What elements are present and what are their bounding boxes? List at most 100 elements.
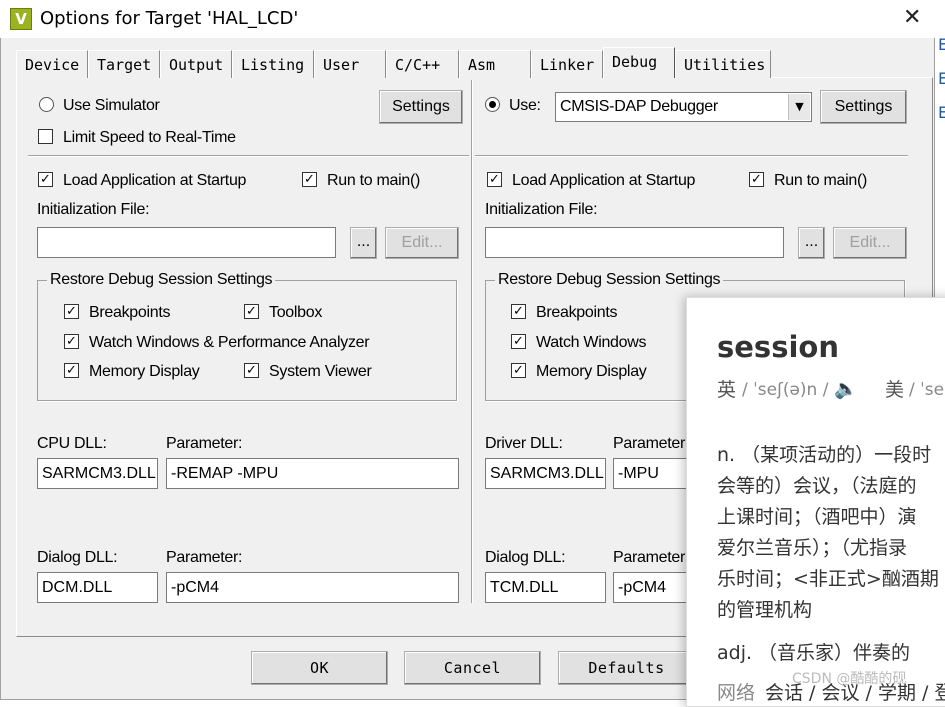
limit-speed-checkbox[interactable] bbox=[38, 129, 53, 144]
left-restore-group-label: Restore Debug Session Settings bbox=[47, 270, 276, 290]
right-run-to-main-label: Run to main() bbox=[774, 172, 868, 189]
system-viewer-label: System Viewer bbox=[269, 363, 372, 380]
left-run-to-main-checkbox[interactable]: ✓ bbox=[302, 172, 317, 187]
left-edit-button[interactable]: Edit... bbox=[385, 227, 459, 259]
right-init-file-label: Initialization File: bbox=[485, 201, 598, 218]
window-title: Options for Target 'HAL_LCD' bbox=[40, 8, 299, 29]
definition-line: 乐时间；<非正式>酗酒期 bbox=[717, 568, 939, 590]
right-run-to-main-checkbox[interactable]: ✓ bbox=[749, 172, 764, 187]
left-watch-label: Watch Windows & Performance Analyzer bbox=[89, 334, 370, 351]
tab-device[interactable]: Device bbox=[16, 50, 88, 78]
tab-cc[interactable]: C/C++ bbox=[386, 50, 459, 78]
debugger-select[interactable]: CMSIS-DAP Debugger ▼ bbox=[555, 92, 812, 122]
uk-label: 英 bbox=[717, 379, 737, 401]
left-load-app-label: Load Application at Startup bbox=[63, 172, 247, 189]
dialog-dll-input[interactable]: DCM.DLL bbox=[37, 572, 158, 603]
defaults-button[interactable]: Defaults bbox=[558, 651, 695, 685]
keil-app-icon: V bbox=[10, 8, 32, 30]
driver-dll-label: Driver DLL: bbox=[485, 435, 563, 452]
csdn-watermark: CSDN @酷酷的砚 bbox=[792, 671, 907, 687]
debugger-settings-button[interactable]: Settings bbox=[820, 90, 907, 124]
edge-letter: E bbox=[938, 69, 945, 88]
limit-speed-label: Limit Speed to Real-Time bbox=[63, 129, 236, 146]
edge-letter: E bbox=[938, 103, 945, 122]
dialog-dll-label: Dialog DLL: bbox=[37, 549, 118, 566]
tab-utilities[interactable]: Utilities bbox=[675, 50, 771, 78]
dialog-param-input[interactable]: -pCM4 bbox=[166, 572, 459, 603]
right-dialog-dll-input[interactable]: TCM.DLL bbox=[485, 572, 606, 603]
adj-definition: adj. （音乐家）伴奏的 bbox=[717, 642, 911, 664]
column-divider bbox=[471, 80, 473, 603]
right-breakpoints-checkbox[interactable]: ✓ bbox=[511, 304, 526, 319]
use-label: Use: bbox=[509, 97, 541, 114]
tab-linker[interactable]: Linker bbox=[531, 50, 603, 78]
right-breakpoints-label: Breakpoints bbox=[536, 304, 618, 321]
right-watch-checkbox[interactable]: ✓ bbox=[511, 334, 526, 349]
driver-dll-input[interactable]: SARMCM3.DLL bbox=[485, 458, 606, 489]
driver-param-label: Parameter bbox=[613, 435, 685, 452]
left-init-file-label: Initialization File: bbox=[37, 201, 150, 218]
left-run-to-main-label: Run to main() bbox=[327, 172, 421, 189]
tab-output[interactable]: Output bbox=[160, 50, 232, 78]
left-load-app-checkbox[interactable]: ✓ bbox=[38, 172, 53, 187]
definition-block: n. （某项活动的）一段时 会等的）会议，（法庭的 上课时间；（酒吧中）演 爱尔… bbox=[717, 440, 939, 626]
toolbox-checkbox[interactable]: ✓ bbox=[244, 304, 259, 319]
definition-line: n. （某项活动的）一段时 bbox=[717, 444, 932, 466]
us-label: 美 bbox=[885, 379, 905, 401]
uk-phonetic: / ˈseʃ(ə)n / bbox=[742, 380, 829, 400]
left-memory-label: Memory Display bbox=[89, 363, 200, 380]
dialog-param-label: Parameter: bbox=[166, 549, 243, 566]
cpu-dll-input[interactable]: SARMCM3.DLL bbox=[37, 458, 158, 489]
left-watch-checkbox[interactable]: ✓ bbox=[64, 334, 79, 349]
right-init-file-input[interactable] bbox=[485, 227, 784, 258]
edge-letter: E bbox=[938, 35, 945, 54]
right-dialog-param-label: Parameter bbox=[613, 549, 685, 566]
use-simulator-label: Use Simulator bbox=[63, 97, 160, 114]
right-memory-label: Memory Display bbox=[536, 363, 647, 380]
ok-button[interactable]: OK bbox=[251, 651, 388, 685]
debugger-select-value: CMSIS-DAP Debugger bbox=[560, 98, 718, 115]
tab-user[interactable]: User bbox=[314, 50, 386, 78]
left-breakpoints-checkbox[interactable]: ✓ bbox=[64, 304, 79, 319]
tab-target[interactable]: Target bbox=[88, 50, 160, 78]
popup-word: session bbox=[717, 330, 839, 364]
left-breakpoints-label: Breakpoints bbox=[89, 304, 171, 321]
cpu-param-input[interactable]: -REMAP -MPU bbox=[166, 458, 459, 489]
right-browse-button[interactable]: ... bbox=[798, 227, 825, 259]
tab-debug[interactable]: Debug bbox=[603, 47, 675, 78]
net-label: 网络 bbox=[717, 682, 756, 704]
left-browse-button[interactable]: ... bbox=[350, 227, 377, 259]
definition-line: 的管理机构 bbox=[717, 599, 813, 621]
separator bbox=[28, 155, 469, 157]
cpu-param-label: Parameter: bbox=[166, 435, 243, 452]
simulator-settings-button[interactable]: Settings bbox=[379, 90, 463, 124]
tab-listing[interactable]: Listing bbox=[232, 50, 314, 78]
right-load-app-checkbox[interactable]: ✓ bbox=[487, 172, 502, 187]
speaker-icon[interactable]: 🔈 bbox=[834, 377, 858, 401]
cancel-button[interactable]: Cancel bbox=[404, 651, 541, 685]
tab-asm[interactable]: Asm bbox=[459, 50, 531, 78]
title-bar: V Options for Target 'HAL_LCD' ✕ bbox=[0, 0, 935, 38]
definition-line: 爱尔兰音乐）；（尤指录 bbox=[717, 537, 908, 559]
separator bbox=[475, 155, 908, 157]
system-viewer-checkbox[interactable]: ✓ bbox=[244, 363, 259, 378]
right-restore-group-label: Restore Debug Session Settings bbox=[495, 270, 724, 290]
dictionary-popup: session 英 / ˈseʃ(ə)n / 🔈 美 / ˈse n. （某项活… bbox=[686, 297, 945, 707]
use-simulator-radio[interactable] bbox=[39, 97, 54, 112]
right-load-app-label: Load Application at Startup bbox=[512, 172, 696, 189]
cpu-dll-label: CPU DLL: bbox=[37, 435, 107, 452]
right-dialog-dll-label: Dialog DLL: bbox=[485, 549, 566, 566]
right-watch-label: Watch Windows bbox=[536, 334, 647, 351]
us-phonetic: / ˈse bbox=[909, 380, 945, 400]
use-debugger-radio[interactable] bbox=[485, 97, 500, 112]
background-window-edge: E E E bbox=[938, 28, 945, 130]
definition-line: 会等的）会议，（法庭的 bbox=[717, 475, 917, 497]
chevron-down-icon[interactable]: ▼ bbox=[788, 94, 810, 120]
right-edit-button[interactable]: Edit... bbox=[833, 227, 907, 259]
right-memory-checkbox[interactable]: ✓ bbox=[511, 363, 526, 378]
left-init-file-input[interactable] bbox=[37, 227, 336, 258]
close-icon[interactable]: ✕ bbox=[903, 6, 921, 30]
left-memory-checkbox[interactable]: ✓ bbox=[64, 363, 79, 378]
toolbox-label: Toolbox bbox=[269, 304, 323, 321]
definition-line: 上课时间；（酒吧中）演 bbox=[717, 506, 917, 528]
